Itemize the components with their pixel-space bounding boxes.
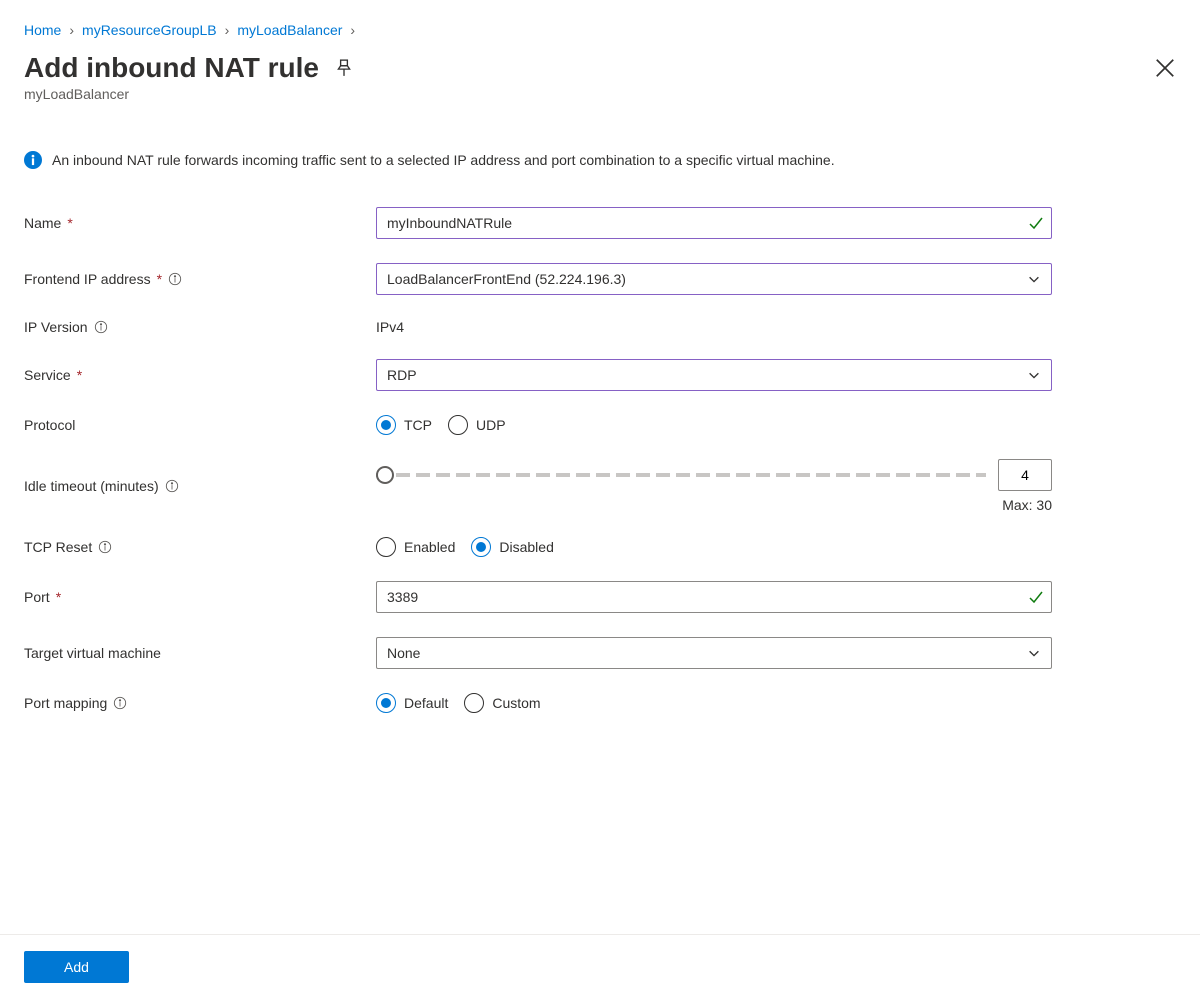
info-banner: An inbound NAT rule forwards incoming tr… [24, 150, 1176, 171]
breadcrumb-resource-group[interactable]: myResourceGroupLB [82, 22, 217, 38]
breadcrumb-load-balancer[interactable]: myLoadBalancer [237, 22, 342, 38]
frontend-ip-select[interactable]: LoadBalancerFrontEnd (52.224.196.3) [376, 263, 1052, 295]
port-mapping-default-radio[interactable]: Default [376, 693, 448, 713]
tcp-reset-enabled-radio[interactable]: Enabled [376, 537, 455, 557]
service-select[interactable]: RDP [376, 359, 1052, 391]
chevron-right-icon: › [225, 22, 230, 38]
ip-version-value: IPv4 [376, 319, 404, 335]
check-icon [1028, 215, 1044, 231]
idle-timeout-max: Max: 30 [376, 497, 1052, 513]
chevron-down-icon [1027, 368, 1041, 382]
name-input[interactable] [376, 207, 1052, 239]
port-input[interactable] [376, 581, 1052, 613]
help-icon[interactable] [113, 696, 127, 710]
page-title: Add inbound NAT rule [24, 52, 319, 84]
chevron-right-icon: › [350, 22, 355, 38]
info-text: An inbound NAT rule forwards incoming tr… [52, 150, 835, 171]
idle-timeout-slider[interactable] [376, 465, 986, 485]
breadcrumb-home[interactable]: Home [24, 22, 61, 38]
chevron-down-icon [1027, 272, 1041, 286]
info-icon [24, 151, 42, 169]
help-icon[interactable] [165, 479, 179, 493]
help-icon[interactable] [94, 320, 108, 334]
protocol-label: Protocol [24, 417, 376, 433]
footer: Add [0, 934, 1200, 999]
ip-version-label: IP Version [24, 319, 376, 335]
idle-timeout-value[interactable] [998, 459, 1052, 491]
target-vm-label: Target virtual machine [24, 645, 376, 661]
port-mapping-custom-radio[interactable]: Custom [464, 693, 540, 713]
help-icon[interactable] [98, 540, 112, 554]
idle-timeout-label: Idle timeout (minutes) [24, 478, 376, 494]
name-label: Name* [24, 215, 376, 231]
service-label: Service* [24, 367, 376, 383]
tcp-reset-disabled-radio[interactable]: Disabled [471, 537, 553, 557]
close-icon[interactable] [1154, 57, 1176, 79]
check-icon [1028, 589, 1044, 605]
page-header: Add inbound NAT rule [24, 52, 1176, 84]
target-vm-select[interactable]: None [376, 637, 1052, 669]
frontend-ip-label: Frontend IP address* [24, 271, 376, 287]
add-button[interactable]: Add [24, 951, 129, 983]
help-icon[interactable] [168, 272, 182, 286]
pin-icon[interactable] [335, 59, 353, 77]
chevron-right-icon: › [69, 22, 74, 38]
slider-thumb[interactable] [376, 466, 394, 484]
chevron-down-icon [1027, 646, 1041, 660]
port-label: Port* [24, 589, 376, 605]
page-subtitle: myLoadBalancer [24, 86, 1176, 102]
port-mapping-label: Port mapping [24, 695, 376, 711]
form: Name* Frontend IP address* LoadBalancerF… [24, 207, 1176, 737]
protocol-udp-radio[interactable]: UDP [448, 415, 506, 435]
breadcrumb: Home › myResourceGroupLB › myLoadBalance… [24, 22, 1176, 38]
protocol-tcp-radio[interactable]: TCP [376, 415, 432, 435]
tcp-reset-label: TCP Reset [24, 539, 376, 555]
